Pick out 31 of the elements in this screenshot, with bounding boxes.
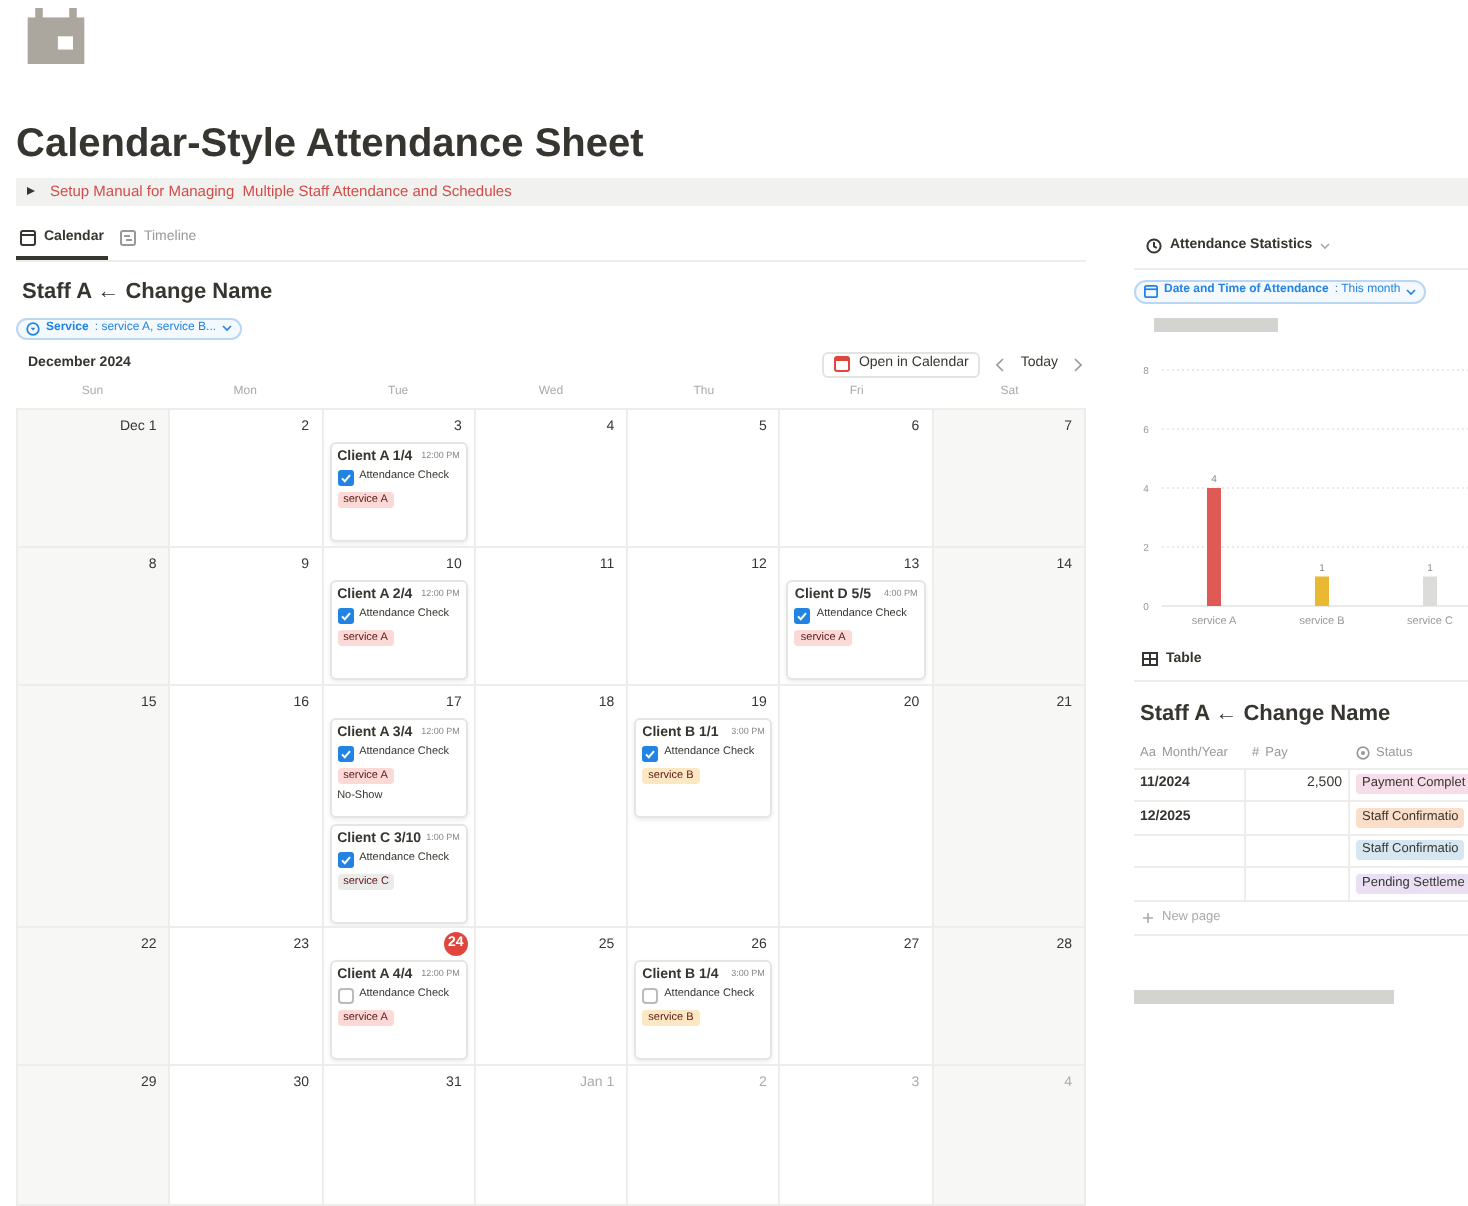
previous-icon[interactable]	[996, 357, 1005, 372]
checkbox-checked[interactable]	[337, 851, 354, 868]
status-icon	[1356, 746, 1370, 760]
checkbox[interactable]	[642, 987, 659, 1004]
table-heading: Staff A ← Change Name	[1140, 700, 1393, 730]
calendar-icon	[26, 8, 86, 65]
next-icon[interactable]	[1074, 357, 1082, 372]
calendar-icon	[20, 229, 36, 246]
bar	[1315, 575, 1329, 605]
plus-icon	[1142, 911, 1154, 923]
chevron-down-icon[interactable]	[1406, 287, 1417, 295]
checkbox[interactable]	[337, 987, 354, 1004]
table-icon	[1142, 652, 1158, 667]
chevron-down-icon[interactable]	[222, 324, 233, 333]
calendar-heading: Staff A ← Change Name	[22, 278, 275, 309]
calendar-icon	[1144, 284, 1158, 298]
checkbox-checked[interactable]	[337, 745, 354, 762]
page-title: Calendar-Style Attendance Sheet	[16, 120, 646, 171]
scrollbar	[1154, 317, 1278, 331]
checkbox-checked[interactable]	[794, 607, 811, 624]
bar	[1207, 487, 1221, 605]
toggle-arrow-icon	[26, 186, 36, 197]
chevron-down-icon[interactable]	[1320, 242, 1331, 251]
checkbox-checked[interactable]	[337, 607, 354, 624]
timeline-icon	[119, 229, 136, 246]
clock-icon	[1146, 238, 1162, 255]
status-icon	[26, 321, 40, 336]
checkbox-checked[interactable]	[642, 745, 659, 762]
checkbox-checked[interactable]	[337, 469, 354, 486]
calendar-icon	[834, 356, 851, 373]
bar	[1423, 575, 1437, 605]
